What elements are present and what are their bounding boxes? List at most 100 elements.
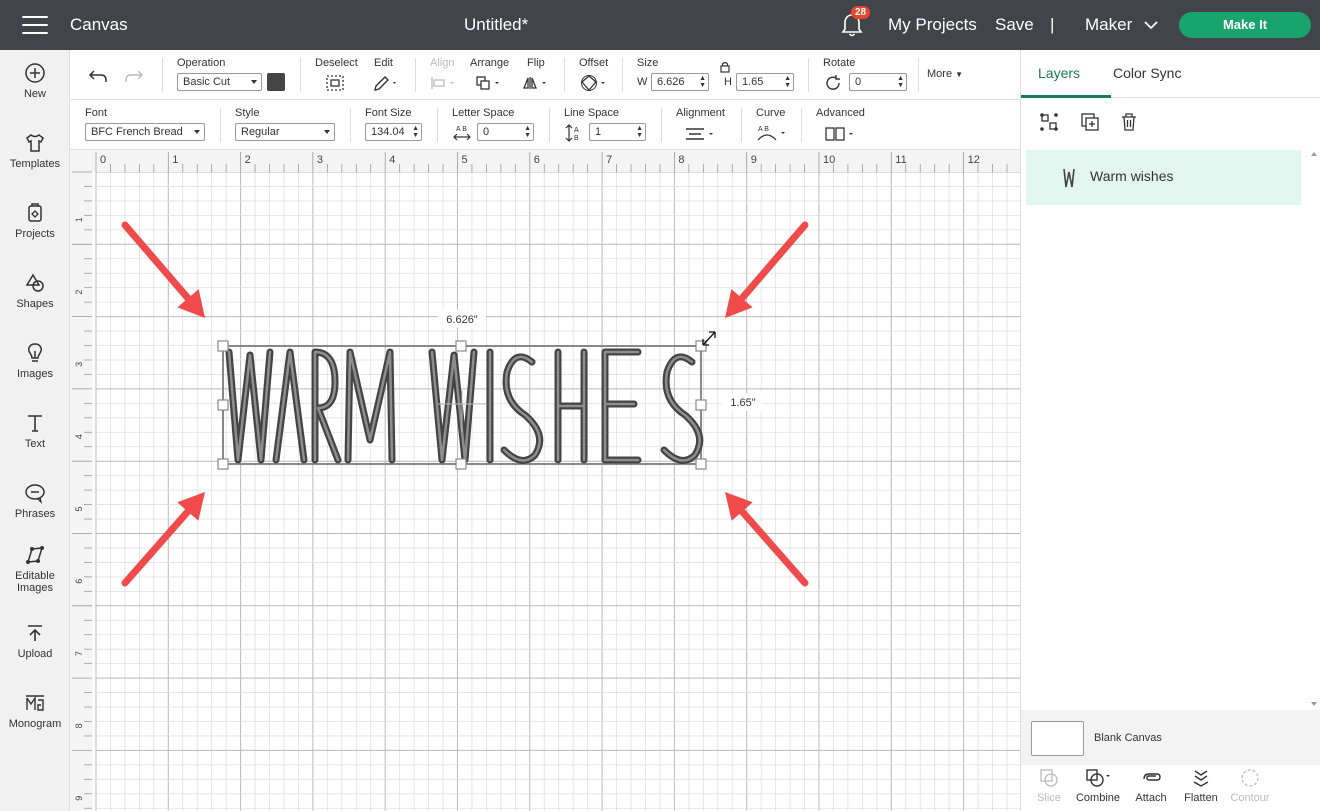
rotate-input[interactable]: 0 ▲ ▼ [849, 73, 907, 91]
combine-button[interactable]: Combine [1073, 767, 1123, 804]
height-input[interactable]: 1.65 ▲ ▼ [736, 73, 794, 91]
letter-space-value: 0 [483, 126, 490, 138]
more-menu[interactable]: More ▼ [927, 68, 963, 80]
resize-handle[interactable] [695, 399, 707, 411]
sidebar-label-text: Text [24, 438, 46, 450]
advanced-icon[interactable] [824, 126, 858, 142]
flatten-icon [1193, 770, 1209, 787]
contour-button[interactable]: Contour [1225, 767, 1275, 804]
lock-icon[interactable] [719, 61, 731, 73]
attach-button[interactable]: Attach [1126, 767, 1176, 804]
curve-label: Curve [756, 107, 786, 119]
toolbar-separator [808, 58, 809, 92]
document-title[interactable]: Untitled* [464, 15, 528, 35]
sidebar-label-projects: Projects [15, 228, 55, 240]
stepper-icon[interactable]: ▲ ▼ [784, 75, 791, 89]
tab-color-sync[interactable]: Color Sync [1113, 65, 1181, 81]
toolbar-separator [741, 108, 742, 142]
rotate-icon [826, 75, 840, 90]
scrollbar[interactable] [1309, 148, 1319, 710]
resize-handle[interactable] [217, 399, 229, 411]
sidebar-item-projects[interactable]: Projects [0, 202, 70, 240]
flatten-button[interactable]: Flatten [1176, 767, 1226, 804]
color-swatch[interactable] [267, 73, 285, 91]
sidebar-item-phrases[interactable]: Phrases [0, 482, 70, 520]
slice-icon [1040, 769, 1058, 787]
header-divider: | [1050, 15, 1055, 34]
contour-label: Contour [1230, 792, 1270, 804]
letter-space-input[interactable]: 0 ▲ ▼ [477, 123, 534, 141]
edit-toolbar: Operation Basic Cut Deselect Edit Align … [70, 50, 1020, 100]
style-select[interactable]: Regular [235, 123, 335, 141]
make-it-button[interactable]: Make It [1179, 12, 1311, 38]
sidebar-item-shapes[interactable]: Shapes [0, 272, 70, 310]
sidebar-item-templates[interactable]: Templates [0, 132, 70, 170]
undo-icon[interactable] [88, 68, 108, 84]
resize-handle[interactable] [455, 458, 467, 470]
sidebar-item-editable-images[interactable]: Editable Images [0, 544, 70, 594]
toolbar-separator [918, 58, 919, 92]
line-space-input[interactable]: 1 ▲ ▼ [589, 123, 646, 141]
text-icon [28, 415, 42, 432]
operation-select[interactable]: Basic Cut [177, 73, 262, 91]
ruler-label: 5 [74, 506, 84, 511]
ruler-label: 1 [74, 217, 84, 222]
sidebar-item-upload[interactable]: Upload [0, 622, 70, 660]
design-canvas[interactable]: 0 1 2 3 4 5 6 7 8 9 10 11 12 1 2 3 4 5 6 7 8 9 [70, 150, 1020, 811]
resize-handle[interactable] [695, 458, 707, 470]
layer-bottom-actions: Slice Combine Attach Flatten Contour [1021, 765, 1320, 811]
ruler-label: 6 [534, 154, 540, 166]
ruler-label: 4 [389, 154, 395, 166]
sidebar-item-text[interactable]: Text [0, 412, 70, 450]
offset-icon[interactable] [579, 74, 609, 92]
deselect-icon[interactable] [325, 74, 345, 92]
text-align-icon[interactable] [684, 126, 718, 142]
flip-icon[interactable] [522, 75, 550, 91]
trash-icon[interactable] [1119, 112, 1139, 132]
ruler-label: 12 [968, 154, 980, 166]
ruler-label: 4 [74, 434, 84, 439]
resize-handle[interactable] [217, 458, 229, 470]
width-input[interactable]: 6.626 ▲ ▼ [651, 73, 709, 91]
sidebar-item-images[interactable]: Images [0, 342, 70, 380]
toolbar-separator [622, 58, 623, 92]
stepper-icon[interactable]: ▲ ▼ [524, 125, 531, 139]
canvas-color-swatch[interactable] [1031, 721, 1084, 756]
pencil-icon[interactable] [372, 74, 400, 92]
redo-icon[interactable] [124, 68, 144, 84]
text-toolbar: Font BFC French Bread Style Regular Font… [70, 100, 1020, 150]
menu-icon[interactable] [22, 16, 48, 34]
font-size-input[interactable]: 134.04 ▲ ▼ [365, 123, 422, 141]
height-readout: 1.65" [730, 397, 755, 409]
sidebar-item-monogram[interactable]: Monogram [0, 692, 70, 730]
stepper-icon[interactable]: ▲ ▼ [699, 75, 706, 89]
ruler-label: 3 [317, 154, 323, 166]
notification-badge: 28 [851, 6, 871, 19]
resize-handle[interactable] [217, 340, 229, 352]
canvas-grid[interactable]: 0 1 2 3 4 5 6 7 8 9 10 11 12123456789 6.… [70, 150, 1020, 811]
duplicate-icon[interactable] [1080, 112, 1100, 132]
save-link[interactable]: Save [995, 15, 1034, 35]
font-select[interactable]: BFC French Bread [85, 123, 205, 141]
tab-layers[interactable]: Layers [1038, 65, 1080, 81]
layer-item[interactable]: Warm wishes [1026, 150, 1301, 205]
arrange-icon[interactable] [475, 75, 503, 91]
group-icon[interactable] [1039, 112, 1059, 132]
rotate-label: Rotate [823, 57, 856, 69]
machine-select[interactable]: Maker [1085, 15, 1159, 35]
sidebar-label-upload: Upload [17, 648, 53, 660]
curve-icon[interactable]: A B [756, 124, 790, 142]
operation-label: Operation [177, 57, 226, 69]
stepper-icon[interactable]: ▲ ▼ [412, 125, 419, 139]
resize-handle[interactable] [455, 340, 467, 352]
my-projects-link[interactable]: My Projects [888, 15, 977, 35]
right-panel: Layers Color Sync Warm wishes Blank Canv… [1020, 50, 1320, 811]
alignment-label: Alignment [676, 107, 725, 119]
sidebar-item-new[interactable]: New [0, 62, 70, 100]
stepper-icon[interactable]: ▲ ▼ [636, 125, 643, 139]
stepper-icon[interactable]: ▲ ▼ [897, 75, 904, 89]
caret-down-icon [324, 130, 330, 134]
operation-value: Basic Cut [183, 76, 231, 88]
slice-button[interactable]: Slice [1024, 767, 1074, 804]
ruler-label: 0 [100, 154, 106, 166]
